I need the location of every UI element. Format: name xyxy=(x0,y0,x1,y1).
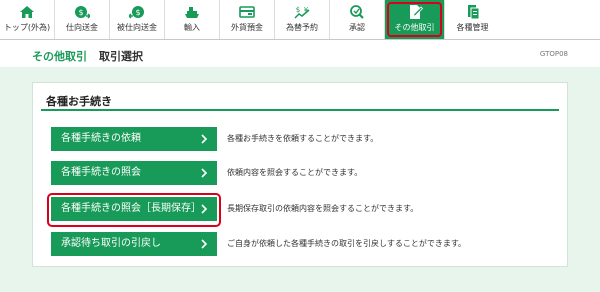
procedure-description: 各種お手続きを依頼することができます。 xyxy=(227,134,379,143)
nav-item-inward-remittance[interactable]: $ 被仕向送金 xyxy=(110,0,165,39)
nav-label: 承認 xyxy=(349,23,365,32)
nav-item-outward-remittance[interactable]: $ 仕向送金 xyxy=(55,0,110,39)
button-label: 承認待ち取引の引戻し xyxy=(61,238,161,249)
recall-pending-approval-button[interactable]: 承認待ち取引の引戻し xyxy=(51,232,217,256)
request-procedures-button[interactable]: 各種手続きの依頼 xyxy=(51,127,217,151)
procedure-description: 長期保存取引の依頼内容を照会することができます。 xyxy=(227,204,419,213)
nav-label: 各種管理 xyxy=(456,23,489,32)
import-ship-icon xyxy=(185,7,199,18)
inquire-procedures-button[interactable]: 各種手続きの照会 xyxy=(51,161,217,185)
nav-label: その他取引 xyxy=(394,23,435,32)
nav-item-foreign-deposit[interactable]: 外貨預金 xyxy=(220,0,275,39)
outward-remittance-icon: $ xyxy=(75,6,90,19)
nav-item-other-transactions[interactable]: その他取引 xyxy=(385,0,445,39)
chevron-right-icon xyxy=(201,168,208,178)
nav-label: 仕向送金 xyxy=(66,23,98,32)
nav-item-approval[interactable]: 承認 xyxy=(330,0,385,39)
procedure-row: 承認待ち取引の引戻し ご自身が依頼した各種手続きの取引を引戻しすることができます… xyxy=(51,232,551,256)
nav-item-import[interactable]: 輸入 xyxy=(165,0,220,39)
procedures-panel: 各種お手続き 各種手続きの依頼 各種お手続きを依頼することができます。 各種手続… xyxy=(32,82,568,267)
nav-item-top-fx[interactable]: トップ(外為) xyxy=(0,0,55,39)
page-title: 取引選択 xyxy=(99,50,143,63)
nav-label: 為替予約 xyxy=(286,23,318,32)
panel-title: 各種お手続き xyxy=(46,95,112,108)
foreign-deposit-icon xyxy=(239,6,255,18)
nav-item-management[interactable]: 各種管理 xyxy=(445,0,500,39)
nav-label: 輸入 xyxy=(184,23,200,32)
inward-remittance-icon: $ xyxy=(129,6,144,19)
procedure-row: 各種手続きの依頼 各種お手続きを依頼することができます。 xyxy=(51,127,551,151)
chevron-right-icon xyxy=(201,134,208,144)
breadcrumb-section: その他取引 xyxy=(32,50,87,63)
button-label: 各種手続きの照会 xyxy=(61,167,141,178)
procedure-description: 依頼内容を照会することができます。 xyxy=(227,168,363,177)
chevron-right-icon xyxy=(201,239,208,249)
fx-contract-icon: $ ¥ xyxy=(294,6,310,19)
management-icon xyxy=(467,5,479,20)
other-transactions-icon xyxy=(409,5,423,19)
nav-label: 外貨預金 xyxy=(231,23,263,32)
procedure-description: ご自身が依頼した各種手続きの取引を引戻しすることができます。 xyxy=(227,239,467,248)
svg-text:$: $ xyxy=(296,6,300,14)
screen-id: GTOP08 xyxy=(539,50,568,58)
page-header: その他取引 取引選択 GTOP08 xyxy=(0,40,600,66)
svg-text:$: $ xyxy=(78,8,83,17)
nav-label: 被仕向送金 xyxy=(117,23,157,32)
nav-label: トップ(外為) xyxy=(3,23,51,32)
procedure-row: 各種手続きの照会 依頼内容を照会することができます。 xyxy=(51,161,551,185)
svg-text:$: $ xyxy=(135,8,140,17)
home-icon xyxy=(20,6,34,18)
approval-icon xyxy=(350,5,364,19)
panel-divider xyxy=(41,109,559,111)
button-label: 各種手続きの依頼 xyxy=(61,133,141,144)
highlight-annotation xyxy=(47,193,221,227)
top-navigation: トップ(外為) $ 仕向送金 $ 被仕向送金 輸入 外貨預金 $ ¥ 為替予約 … xyxy=(0,0,600,40)
nav-item-fx-contract[interactable]: $ ¥ 為替予約 xyxy=(275,0,330,39)
